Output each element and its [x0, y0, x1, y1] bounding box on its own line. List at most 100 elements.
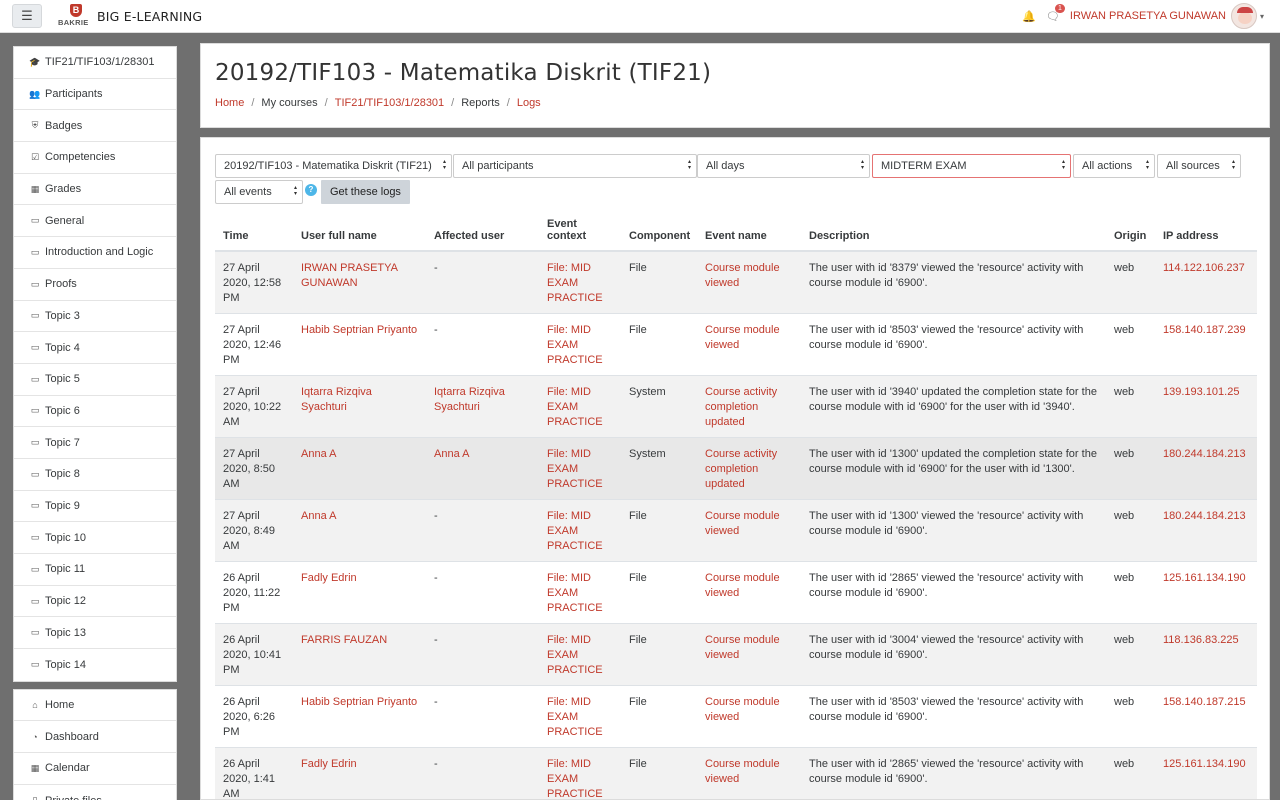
cell-user[interactable]: Habib Septrian Priyanto	[301, 696, 417, 708]
user-menu-caret-icon[interactable]: ▾	[1260, 12, 1264, 21]
nav-item[interactable]: ▦ Grades	[14, 174, 176, 206]
cell-user[interactable]: FARRIS FAUZAN	[301, 634, 387, 646]
cell-ip[interactable]: 180.244.184.213	[1163, 510, 1246, 522]
cell-description: The user with id '8503' viewed the 'reso…	[809, 323, 1084, 351]
folder-icon: ▭	[30, 468, 40, 479]
nav-item[interactable]: ▭ Topic 8	[14, 459, 176, 491]
cell-user[interactable]: Fadly Edrin	[301, 572, 357, 584]
site-logo[interactable]: B BAKRIE	[58, 4, 94, 28]
cell-ip[interactable]: 139.193.101.25	[1163, 386, 1239, 398]
cell-ip[interactable]: 125.161.134.190	[1163, 758, 1246, 770]
nav-item[interactable]: ▦ Calendar	[14, 753, 176, 785]
user-menu-name[interactable]: IRWAN PRASETYA GUNAWAN	[1070, 10, 1226, 22]
activity-select[interactable]: MIDTERM EXAM	[872, 154, 1071, 178]
nav-item-label: Topic 10	[45, 531, 86, 544]
cell-user[interactable]: Anna A	[301, 510, 336, 522]
folder-icon: ▭	[30, 595, 40, 606]
nav-item[interactable]: ▭ Topic 14	[14, 649, 176, 681]
nav-item[interactable]: ▭ Topic 11	[14, 554, 176, 586]
col-header-user[interactable]: User full name	[293, 203, 426, 252]
cell-context[interactable]: File: MID EXAM PRACTICE	[547, 510, 603, 552]
participants-select[interactable]: All participants	[453, 154, 697, 178]
cell-context[interactable]: File: MID EXAM PRACTICE	[547, 572, 603, 614]
cell-event[interactable]: Course activity completion updated	[705, 386, 777, 428]
cell-event[interactable]: Course module viewed	[705, 634, 780, 661]
help-icon[interactable]: ?	[305, 184, 317, 196]
nav-item[interactable]: ◔ Dashboard	[14, 721, 176, 754]
nav-item[interactable]: ▭ General	[14, 205, 176, 238]
messages-icon[interactable]: 🗨 1	[1046, 3, 1065, 23]
sources-select[interactable]: All sources	[1157, 154, 1241, 178]
nav-item-label: General	[45, 214, 85, 227]
col-header-time[interactable]: Time	[215, 203, 293, 252]
breadcrumb-home[interactable]: Home	[215, 97, 244, 109]
cell-ip[interactable]: 180.244.184.213	[1163, 448, 1246, 460]
actions-select[interactable]: All actions	[1073, 154, 1155, 178]
cell-ip[interactable]: 125.161.134.190	[1163, 572, 1246, 584]
cell-ip[interactable]: 158.140.187.215	[1163, 696, 1246, 708]
cell-ip[interactable]: 114.122.106.237	[1163, 262, 1245, 274]
cell-context[interactable]: File: MID EXAM PRACTICE	[547, 448, 603, 490]
nav-item[interactable]: ⛨ Badges	[14, 110, 176, 143]
cell-user[interactable]: Iqtarra Rizqiva Syachturi	[301, 386, 372, 413]
nav-item[interactable]: ▭ Topic 5	[14, 364, 176, 396]
cell-origin: web	[1114, 509, 1135, 522]
cell-event[interactable]: Course module viewed	[705, 262, 780, 289]
nav-item[interactable]: ▭ Topic 12	[14, 586, 176, 618]
nav-item[interactable]: ⌂ Home	[14, 690, 176, 722]
cell-user[interactable]: Habib Septrian Priyanto	[301, 324, 417, 336]
course-select[interactable]: 20192/TIF103 - Matematika Diskrit (TIF21…	[215, 154, 452, 178]
get-logs-button[interactable]: Get these logs	[321, 180, 410, 204]
nav-item[interactable]: ▭ Topic 7	[14, 427, 176, 459]
user-avatar[interactable]	[1230, 3, 1257, 29]
cell-context[interactable]: File: MID EXAM PRACTICE	[547, 634, 603, 676]
nav-item[interactable]: ▯ Private files	[14, 785, 176, 800]
cell-affected[interactable]: Anna A	[434, 448, 469, 460]
nav-item[interactable]: 👥 Participants	[14, 79, 176, 111]
cell-context[interactable]: File: MID EXAM PRACTICE	[547, 696, 603, 738]
cell-event[interactable]: Course module viewed	[705, 696, 780, 723]
cell-ip[interactable]: 118.136.83.225	[1163, 634, 1239, 646]
cell-event[interactable]: Course module viewed	[705, 758, 780, 785]
nav-item[interactable]: ▭ Proofs	[14, 269, 176, 301]
cell-user[interactable]: Fadly Edrin	[301, 758, 357, 770]
nav-item[interactable]: ▭ Topic 9	[14, 491, 176, 523]
nav-item[interactable]: ▭ Topic 6	[14, 396, 176, 428]
nav-item[interactable]: ▭ Topic 13	[14, 617, 176, 650]
col-header-component: Component	[621, 203, 697, 252]
folder-icon: ▭	[30, 405, 40, 416]
table-icon: ▦	[30, 183, 40, 194]
cell-event[interactable]: Course activity completion updated	[705, 448, 777, 490]
notification-bell-icon[interactable]: 🔔	[1022, 10, 1036, 23]
cell-context[interactable]: File: MID EXAM PRACTICE	[547, 324, 603, 366]
table-row: 27 April 2020, 8:50 AM Anna A Anna A File: …	[215, 436, 1257, 499]
nav-item[interactable]: 🎓 TIF21/TIF103/1/28301	[14, 47, 176, 79]
nav-item[interactable]: ☑ Competencies	[14, 142, 176, 174]
nav-item-label: Topic 14	[45, 658, 86, 671]
cell-context[interactable]: File: MID EXAM PRACTICE	[547, 386, 603, 428]
events-select[interactable]: All events	[215, 180, 303, 204]
cell-user[interactable]: IRWAN PRASETYA GUNAWAN	[301, 262, 397, 289]
site-name[interactable]: BIG E-LEARNING	[97, 9, 202, 24]
cell-affected: -	[434, 633, 438, 646]
cell-ip[interactable]: 158.140.187.239	[1163, 324, 1246, 336]
cell-event[interactable]: Course module viewed	[705, 510, 780, 537]
breadcrumb-logs[interactable]: Logs	[517, 97, 541, 109]
cell-event[interactable]: Course module viewed	[705, 324, 780, 351]
cell-user[interactable]: Anna A	[301, 448, 336, 460]
nav-item[interactable]: ▭ Topic 3	[14, 301, 176, 333]
cell-context[interactable]: File: MID EXAM PRACTICE	[547, 262, 603, 304]
cell-event[interactable]: Course module viewed	[705, 572, 780, 599]
days-select[interactable]: All days	[697, 154, 870, 178]
cell-affected[interactable]: Iqtarra Rizqiva Syachturi	[434, 386, 505, 413]
drawer-toggle-button[interactable]: ☰	[12, 4, 42, 28]
cell-component: System	[629, 447, 666, 460]
nav-item[interactable]: ▭ Topic 10	[14, 522, 176, 554]
nav-item[interactable]: ▭ Introduction and Logic	[14, 237, 176, 269]
logs-table: Time User full name Affected user Event …	[215, 203, 1257, 800]
cell-context[interactable]: File: MID EXAM PRACTICE	[547, 758, 603, 800]
breadcrumb-course[interactable]: TIF21/TIF103/1/28301	[335, 97, 444, 109]
nav-item-label: Participants	[45, 88, 103, 101]
cell-time: 27 April 2020, 12:46 PM	[223, 323, 282, 366]
nav-item[interactable]: ▭ Topic 4	[14, 332, 176, 364]
